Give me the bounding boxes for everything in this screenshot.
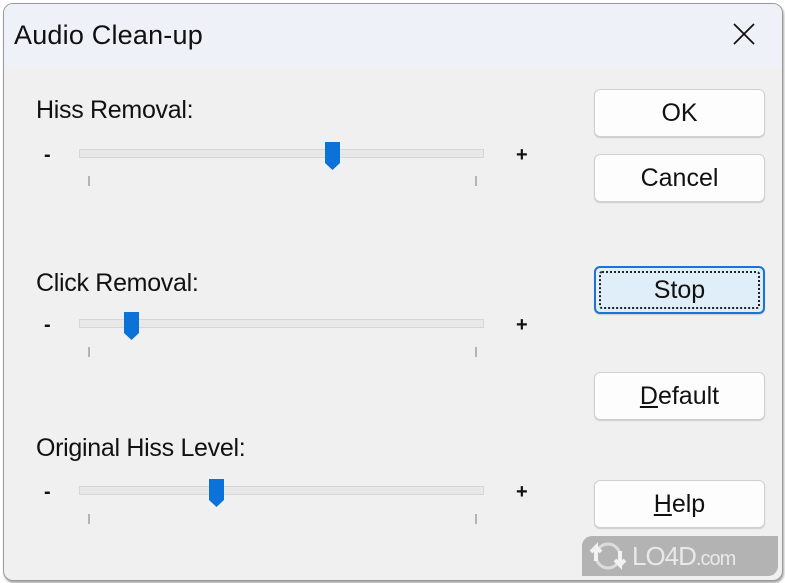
min-label: - [44, 481, 51, 503]
max-label: + [516, 314, 528, 336]
watermark-text: LO4D.com [632, 540, 736, 572]
hiss-removal-thumb[interactable] [324, 141, 341, 171]
help-button[interactable]: Help [594, 480, 765, 528]
original-hiss-level-track[interactable] [79, 486, 484, 495]
max-label: + [516, 144, 528, 166]
click-removal-thumb[interactable] [123, 311, 140, 341]
watermark-brand: LO4D [632, 540, 697, 571]
stop-button[interactable]: Stop [594, 266, 765, 314]
title-bar: Audio Clean-up [4, 4, 782, 67]
hiss-removal-track[interactable] [79, 149, 484, 158]
ok-button[interactable]: OK [594, 89, 765, 137]
min-label: - [44, 314, 51, 336]
close-button[interactable] [728, 18, 760, 50]
min-label: - [44, 144, 51, 166]
tick-max [475, 176, 477, 186]
help-label: elp [671, 489, 706, 518]
tick-min [88, 347, 90, 357]
tick-min [88, 514, 90, 524]
default-label: efault [657, 381, 720, 410]
watermark: LO4D.com [582, 536, 778, 576]
tick-max [475, 347, 477, 357]
default-button[interactable]: Default [594, 372, 765, 420]
tick-min [88, 176, 90, 186]
lo4d-logo-icon [589, 542, 627, 570]
default-mnemonic: D [639, 381, 658, 410]
cancel-button[interactable]: Cancel [594, 154, 765, 202]
audio-cleanup-dialog: Audio Clean-up Hiss Removal: - + Click R… [3, 3, 783, 581]
click-removal-label: Click Removal: [36, 269, 199, 297]
ok-label: OK [661, 98, 698, 127]
original-hiss-level-thumb[interactable] [208, 478, 225, 508]
dialog-title: Audio Clean-up [14, 20, 203, 50]
focus-ring [599, 271, 760, 309]
max-label: + [516, 481, 528, 503]
original-hiss-level-label: Original Hiss Level: [36, 434, 246, 462]
close-icon [733, 23, 755, 45]
tick-max [475, 514, 477, 524]
watermark-suffix: .com [695, 547, 736, 570]
cancel-label: Cancel [640, 163, 719, 192]
help-mnemonic: H [653, 489, 672, 518]
hiss-removal-label: Hiss Removal: [36, 96, 194, 124]
